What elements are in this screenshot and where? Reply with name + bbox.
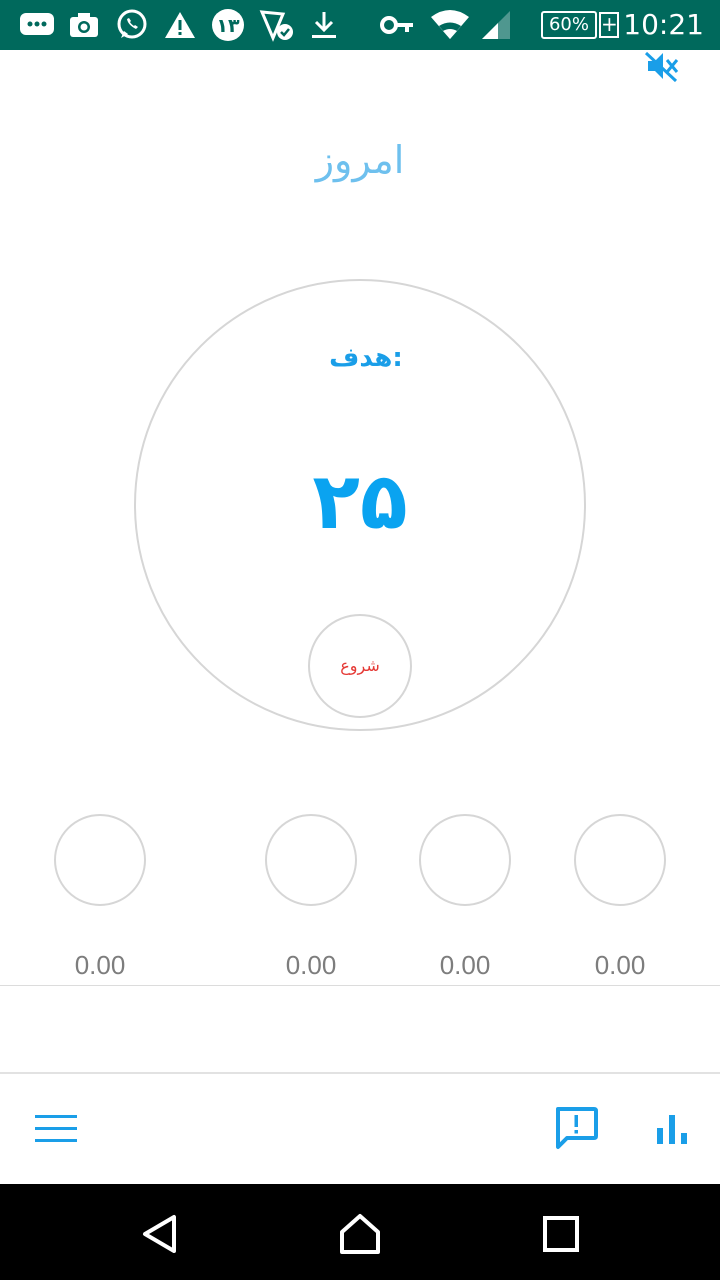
status-bar: ۱۳ 60% + 10:21	[0, 0, 720, 50]
menu-icon[interactable]	[34, 1112, 78, 1146]
wifi-icon	[430, 8, 470, 42]
bar-chart-icon[interactable]	[655, 1112, 689, 1146]
cell-signal-icon	[480, 8, 512, 42]
battery-percent: 60%	[548, 14, 589, 35]
badge-number: ۱۳	[216, 15, 240, 37]
home-icon[interactable]	[338, 1212, 382, 1256]
back-icon[interactable]	[138, 1212, 182, 1256]
status-time: 10:21	[623, 8, 704, 41]
goal-label: هدف:	[329, 343, 403, 373]
network-check-icon	[258, 8, 296, 42]
warning-icon	[164, 8, 196, 42]
battery-icon: 60%	[541, 11, 597, 39]
download-icon	[308, 8, 340, 42]
chat-bubble-icon	[18, 8, 56, 42]
stat-ring	[54, 814, 146, 906]
stat-ring	[419, 814, 511, 906]
navigation-bar	[0, 1184, 720, 1280]
number-badge-icon: ۱۳	[210, 8, 246, 42]
stat-ring	[265, 814, 357, 906]
goal-value: ۲۵	[312, 457, 408, 547]
start-button[interactable]: شروع	[308, 614, 412, 718]
feedback-icon[interactable]	[553, 1106, 599, 1150]
divider	[0, 985, 720, 986]
stat-value: 0.00	[439, 950, 491, 980]
page-title: امروز	[315, 138, 405, 182]
camera-icon	[68, 8, 100, 42]
goal-circle: هدف: ۲۵ شروع	[134, 279, 586, 731]
stat-value: 0.00	[74, 950, 126, 980]
stat-item: 0.00	[265, 814, 357, 980]
recents-icon[interactable]	[539, 1212, 583, 1256]
stat-value: 0.00	[285, 950, 337, 980]
stat-item: 0.00	[574, 814, 666, 980]
vpn-key-icon	[380, 8, 414, 42]
stat-item: 0.00	[54, 814, 146, 980]
stat-item: 0.00	[419, 814, 511, 980]
bottom-toolbar	[0, 1074, 720, 1184]
volume-off-icon[interactable]	[644, 50, 680, 83]
whatsapp-icon	[114, 8, 150, 42]
stat-value: 0.00	[594, 950, 646, 980]
battery-charging-icon: +	[599, 12, 619, 38]
stat-ring	[574, 814, 666, 906]
